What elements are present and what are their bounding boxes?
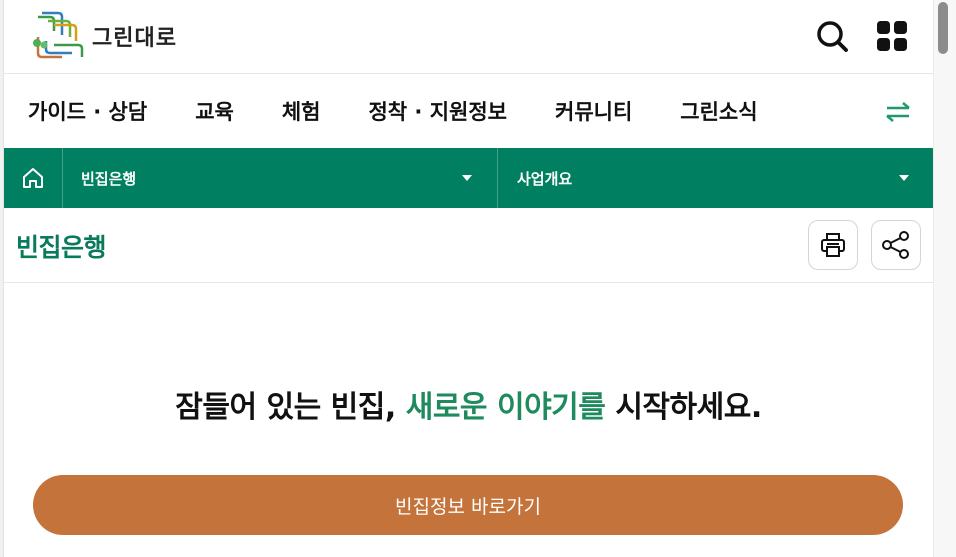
page: 그린대로 가이드 · 상담 교육 체험 정착 · 지원정보 커뮤니티 그린소식 <box>4 0 933 557</box>
location-depth1-label: 빈집은행 <box>81 169 137 188</box>
location-bar: 빈집은행 사업개요 <box>4 148 933 208</box>
gnb-item-news[interactable]: 그린소식 <box>680 96 757 126</box>
home-icon <box>23 168 43 188</box>
caret-down-icon <box>462 175 472 181</box>
slogan-highlight: 새로운 이야기를 <box>405 390 606 425</box>
all-menu-button[interactable] <box>874 18 910 54</box>
intro-slogan: 잠들어 있는 빈집, 새로운 이야기를 시작하세요. <box>4 382 933 426</box>
slogan-suffix: 시작하세요. <box>605 390 762 425</box>
page-title: 빈집은행 <box>16 233 107 262</box>
swap-arrows-icon <box>886 102 910 122</box>
site-logo[interactable]: 그린대로 <box>28 11 177 61</box>
gnb-item-community[interactable]: 커뮤니티 <box>555 96 632 126</box>
vertical-scrollbar[interactable] <box>933 0 956 557</box>
home-button[interactable] <box>4 148 63 208</box>
gnb-item-experience[interactable]: 체험 <box>282 96 321 126</box>
scrollbar-thumb[interactable] <box>938 2 948 54</box>
print-button[interactable] <box>808 220 858 270</box>
page-title-row: 빈집은행 <box>4 208 933 283</box>
search-icon <box>817 21 848 52</box>
gnb-item-education[interactable]: 교육 <box>195 96 234 126</box>
logo-mark-icon <box>33 11 84 59</box>
caret-down-icon <box>899 175 909 181</box>
share-button[interactable] <box>871 220 921 270</box>
vacant-house-info-button[interactable]: 빈집정보 바로가기 <box>33 475 903 535</box>
search-button[interactable] <box>814 18 850 54</box>
slogan-prefix: 잠들어 있는 빈집, <box>175 390 406 425</box>
gnb-list: 가이드 · 상담 교육 체험 정착 · 지원정보 커뮤니티 그린소식 <box>28 74 806 148</box>
site-header: 그린대로 <box>4 0 933 74</box>
main-navigation: 가이드 · 상담 교육 체험 정착 · 지원정보 커뮤니티 그린소식 <box>4 74 933 148</box>
gnb-scroll-toggle[interactable] <box>882 96 914 128</box>
gnb-item-guide[interactable]: 가이드 · 상담 <box>28 96 147 126</box>
grid-menu-icon <box>877 21 907 51</box>
printer-icon <box>821 233 845 257</box>
location-depth2-select[interactable]: 사업개요 <box>498 148 933 208</box>
share-icon <box>882 231 909 259</box>
location-depth2-label: 사업개요 <box>517 169 573 188</box>
gnb-item-settlement[interactable]: 정착 · 지원정보 <box>368 96 507 126</box>
logo-text: 그린대로 <box>92 26 177 51</box>
location-depth1-select[interactable]: 빈집은행 <box>63 148 498 208</box>
